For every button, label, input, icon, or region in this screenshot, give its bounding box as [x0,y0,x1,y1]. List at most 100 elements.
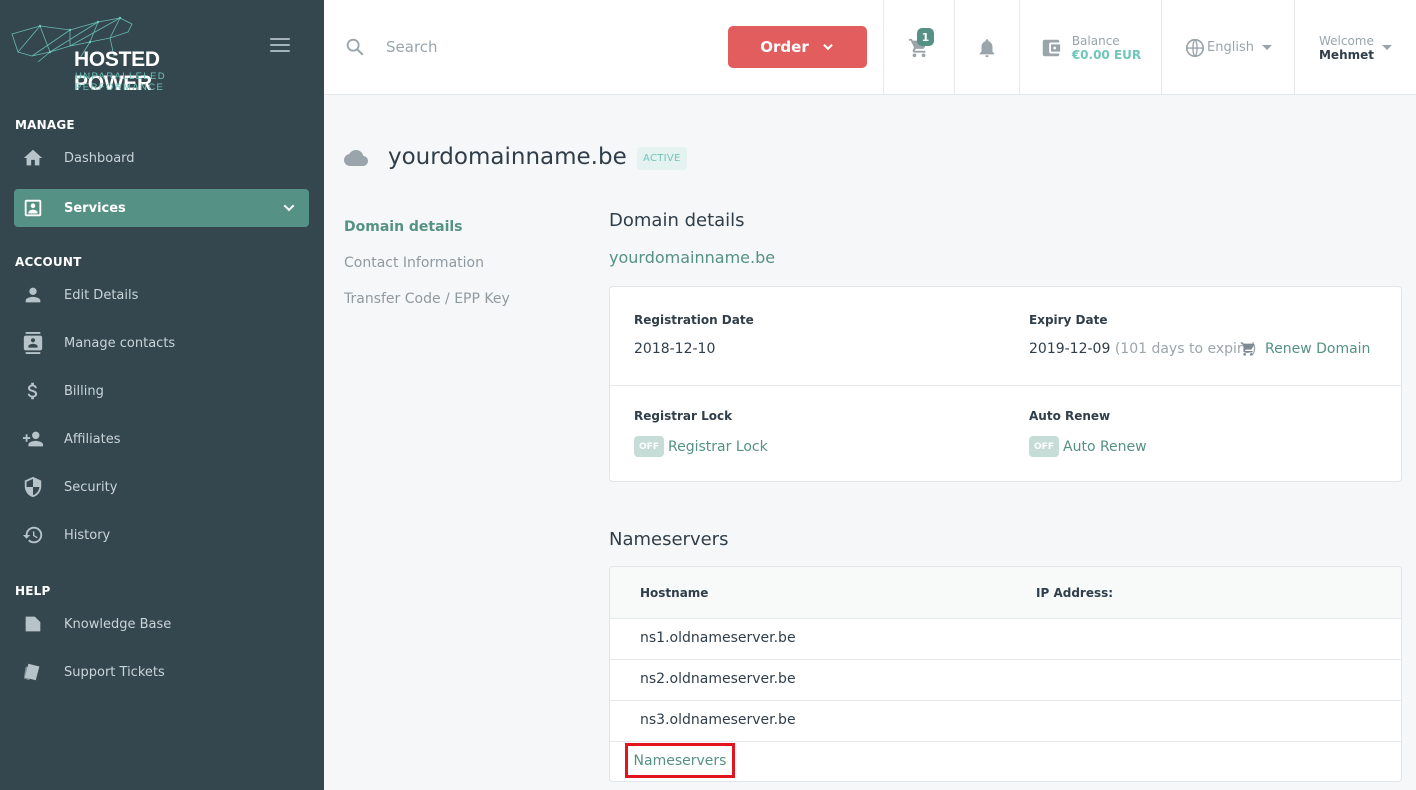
hostname-header: Hostname [640,586,709,600]
balance-label: Balance [1071,33,1120,48]
sidebar-item-label: History [64,527,111,543]
subnav-contact-information[interactable]: Contact Information [344,255,484,271]
table-row: ns3.oldnameserver.be [610,701,1401,742]
sidebar-item-affiliates[interactable]: Affiliates [14,420,309,458]
domain-details-heading: Domain details [609,210,745,231]
sidebar-item-services[interactable]: Services [14,189,309,227]
chevron-down-icon [822,43,833,51]
user-menu[interactable]: Welcome Mehmet [1295,0,1416,95]
language-selector[interactable]: English [1162,0,1294,95]
table-row: ns2.oldnameserver.be [610,660,1401,701]
tickets-icon [14,653,52,691]
shield-icon [14,468,52,506]
sidebar-item-label: Billing [64,383,104,399]
domain-details-card: Registration Date 2018-12-10 Expiry Date… [609,286,1402,482]
history-icon [14,516,52,554]
toggle-text: Registrar Lock [668,438,768,455]
expiry-note: (101 days to expire) [1114,341,1257,357]
top-bar: Order 1 Balance €0.00 EUR English Welcom… [324,0,1416,95]
user-icon [14,276,52,314]
sidebar-item-knowledge-base[interactable]: Knowledge Base [14,605,309,643]
welcome-label: Welcome [1318,33,1374,48]
sidebar-item-edit-details[interactable]: Edit Details [14,276,309,314]
sidebar-item-dashboard[interactable]: Dashboard [14,139,309,177]
sidebar-item-label: Knowledge Base [64,616,172,632]
search-icon [346,38,364,56]
balance-value: €0.00 EUR [1071,47,1142,62]
ip-address-header: IP Address: [1036,586,1114,600]
cloud-icon [344,150,368,166]
order-label: Order [760,38,809,56]
divider [610,385,1401,386]
sidebar-item-label: Services [64,200,126,216]
user-name: Mehmet [1318,47,1374,62]
hostname-cell: ns2.oldnameserver.be [640,671,796,687]
logo[interactable]: HOSTED POWER UNPARALLELED PERFORMANCE [10,12,240,95]
book-icon [14,605,52,643]
caret-down-icon [1261,45,1272,50]
toggle-text: Auto Renew [1063,438,1147,455]
cart-count-badge: 1 [917,28,934,46]
sidebar-item-support-tickets[interactable]: Support Tickets [14,653,309,691]
home-icon [14,139,52,177]
auto-renew-toggle[interactable]: OFF Auto Renew [1029,436,1147,457]
renew-domain-label: Renew Domain [1265,341,1371,357]
sidebar-item-label: Dashboard [64,150,135,166]
chevron-down-icon[interactable] [281,200,297,216]
notifications-button[interactable] [955,0,1019,95]
cart-icon [1240,342,1255,356]
order-button[interactable]: Order [728,26,867,68]
toggle-state: OFF [634,436,664,457]
sidebar-item-security[interactable]: Security [14,468,309,506]
section-account: ACCOUNT [15,255,82,269]
domain-link[interactable]: yourdomainname.be [609,248,775,267]
globe-icon [1185,38,1205,57]
menu-toggle-icon[interactable] [270,38,290,54]
contacts-icon [14,324,52,362]
subnav-domain-details[interactable]: Domain details [344,219,463,235]
table-row: ns1.oldnameserver.be [610,619,1401,660]
status-badge: ACTIVE [637,147,687,170]
dollar-icon [14,372,52,410]
registration-date-label: Registration Date [634,313,754,327]
sidebar-item-label: Manage contacts [64,335,176,351]
registration-date-value: 2018-12-10 [634,341,716,357]
sidebar-item-label: Edit Details [64,287,139,303]
sidebar-item-label: Affiliates [64,431,121,447]
sidebar-item-history[interactable]: History [14,516,309,554]
registrar-lock-toggle[interactable]: OFF Registrar Lock [634,436,768,457]
caret-down-icon [1382,45,1392,50]
table-header: Hostname IP Address: [610,567,1401,619]
brand-tagline: UNPARALLELED PERFORMANCE [75,71,167,93]
expiry-date-value: 2019-12-09 [1029,341,1111,357]
renew-domain-link[interactable]: Renew Domain [1240,341,1370,357]
registrar-lock-label: Registrar Lock [634,409,733,423]
expiry-date: 2019-12-09 (101 days to expire) [1029,341,1256,357]
section-help: HELP [15,584,51,598]
expiry-date-label: Expiry Date [1029,313,1108,327]
sidebar: HOSTED POWER UNPARALLELED PERFORMANCE MA… [0,0,324,790]
section-manage: MANAGE [15,118,75,132]
toggle-state: OFF [1029,436,1059,457]
cart-button[interactable]: 1 [884,0,954,95]
hostname-cell: ns1.oldnameserver.be [640,630,796,646]
sidebar-item-manage-contacts[interactable]: Manage contacts [14,324,309,362]
subnav-transfer-code[interactable]: Transfer Code / EPP Key [344,291,510,307]
balance-widget[interactable]: Balance €0.00 EUR [1020,0,1161,95]
wallet-icon [1042,39,1060,56]
sidebar-item-billing[interactable]: Billing [14,372,309,410]
search-input[interactable] [386,33,686,61]
auto-renew-label: Auto Renew [1029,409,1111,423]
language-label: English [1207,40,1254,55]
sidebar-item-label: Security [64,479,118,495]
nameservers-table: Hostname IP Address: ns1.oldnameserver.b… [609,566,1402,782]
affiliates-icon [14,420,52,458]
nameservers-heading: Nameservers [609,529,729,550]
services-icon [14,189,52,227]
sidebar-item-label: Support Tickets [64,664,165,680]
page-title: yourdomainname.be [388,144,627,170]
nameservers-link[interactable]: Nameservers [634,753,727,769]
bell-icon [979,38,995,57]
hostname-cell: ns3.oldnameserver.be [640,712,796,728]
nameservers-link-highlight: Nameservers [625,743,735,778]
